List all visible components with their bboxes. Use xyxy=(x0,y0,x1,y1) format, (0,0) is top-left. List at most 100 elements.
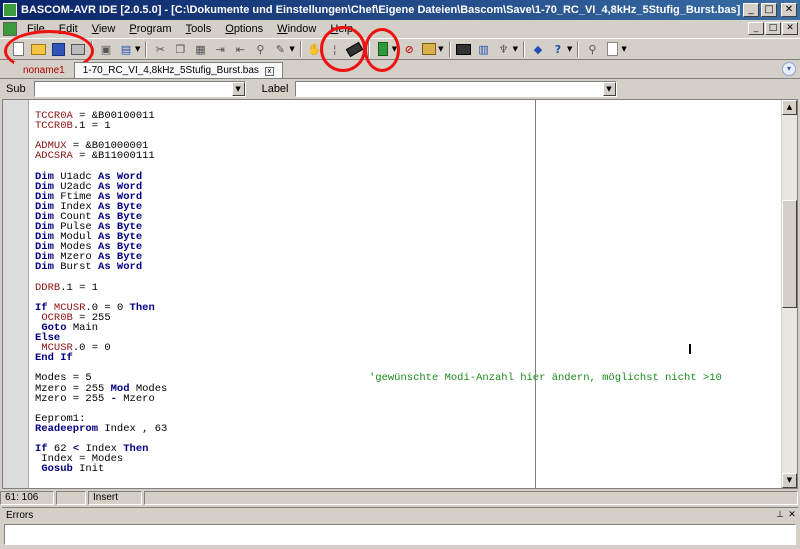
minimize-button[interactable]: _ xyxy=(743,3,759,17)
document-icon[interactable] xyxy=(3,22,17,36)
scrollbar-thumb[interactable] xyxy=(782,200,797,308)
paste-button[interactable]: ▦ xyxy=(192,41,208,57)
tab-active-file[interactable]: 1-70_RC_VI_4,8kHz_5Stufig_Burst.bas x xyxy=(73,62,283,78)
code-line[interactable]: OCR0B = 255 xyxy=(35,313,722,324)
code-line[interactable]: Readeeprom Index , 63 xyxy=(35,424,722,435)
simulate-button[interactable] xyxy=(421,41,437,57)
menu-file[interactable]: File xyxy=(20,23,52,35)
menu-help[interactable]: Help xyxy=(323,23,360,35)
chevron-down-icon[interactable]: ▼ xyxy=(602,81,616,96)
tools-dropdown-arrow[interactable]: ▼ xyxy=(513,45,518,53)
code-line[interactable]: End If xyxy=(35,353,722,364)
mdi-minimize-button[interactable]: _ xyxy=(748,22,764,35)
code-line[interactable]: Goto Main xyxy=(35,321,722,334)
help-dropdown-arrow[interactable]: ▼ xyxy=(567,45,572,53)
save-all-button[interactable] xyxy=(70,41,86,57)
editor-gutter[interactable] xyxy=(3,100,29,488)
code-line[interactable]: Gosub Init xyxy=(35,464,722,475)
code-token: Mzero xyxy=(116,392,155,405)
maximize-button[interactable]: □ xyxy=(761,3,777,17)
code-line[interactable]: If MCUSR.0 = 0 Then xyxy=(35,303,722,314)
code-line[interactable]: ADCSRA = &B11000111 xyxy=(35,150,722,163)
mdi-restore-button[interactable]: □ xyxy=(765,22,781,35)
lcd-icon: ▥ xyxy=(478,42,489,56)
stop-button[interactable]: ⊘ xyxy=(401,41,417,57)
search-button[interactable]: ⚲ xyxy=(584,41,600,57)
menu-window[interactable]: Window xyxy=(270,23,323,35)
open-file-button[interactable] xyxy=(30,41,46,57)
code-line[interactable]: TCCR0A = &B00100011 xyxy=(35,111,722,122)
toolbar: ▣ ▤ ▼ ✂ ❐ ▦ ⇥ ⇤ ⚲ ✎ ▼ ✋ ¦ ▼ ⊘ ▼ ▥ ♆ ▼ ◆ … xyxy=(0,38,800,60)
program-chip-button[interactable] xyxy=(375,41,391,57)
pdf-button[interactable] xyxy=(604,41,620,57)
right-margin-line xyxy=(535,100,536,488)
errors-list[interactable] xyxy=(4,524,796,545)
app-icon[interactable] xyxy=(3,3,17,17)
chevron-down-icon[interactable]: ▼ xyxy=(231,81,245,96)
menu-options[interactable]: Options xyxy=(218,23,270,35)
simulate-dropdown-arrow[interactable]: ▼ xyxy=(438,45,443,53)
scroll-up-icon[interactable]: ▲ xyxy=(782,100,797,115)
unindent-button[interactable]: ⇤ xyxy=(232,41,248,57)
find-button[interactable]: ⚲ xyxy=(252,41,268,57)
program-dropdown-arrow[interactable]: ▼ xyxy=(392,45,397,53)
code-editor[interactable]: TCCR0A = &B00100011 TCCR0B.1 = 1 ADMUX = … xyxy=(2,99,798,489)
new-file-button[interactable] xyxy=(10,41,26,57)
help-button[interactable]: ? xyxy=(550,41,566,57)
code-token: .1 = 1 xyxy=(60,281,99,294)
code-token: Burst xyxy=(53,261,99,274)
code-text[interactable]: TCCR0A = &B00100011 TCCR0B.1 = 1 ADMUX = … xyxy=(35,111,722,475)
tab-list-chevron-icon[interactable]: ▾ xyxy=(782,62,796,76)
toolbar-separator xyxy=(91,41,93,57)
close-icon[interactable]: ✕ xyxy=(786,510,798,520)
copy-button[interactable]: ❐ xyxy=(172,41,188,57)
cut-button[interactable]: ✂ xyxy=(152,41,168,57)
bookmark-dropdown-arrow[interactable]: ▼ xyxy=(289,45,294,53)
code-line[interactable] xyxy=(35,404,722,414)
close-tab-icon[interactable]: x xyxy=(264,67,274,76)
save-button[interactable] xyxy=(50,41,66,57)
simulator-icon xyxy=(422,43,437,55)
chip-icon xyxy=(346,41,364,57)
code-line[interactable]: Else xyxy=(35,333,722,344)
code-line[interactable]: Index = Modes xyxy=(35,454,722,465)
terminal-button[interactable] xyxy=(456,41,472,57)
code-line[interactable]: MCUSR.0 = 0 xyxy=(35,342,722,355)
menu-tools[interactable]: Tools xyxy=(179,23,219,35)
tab-noname1[interactable]: noname1 xyxy=(14,62,74,78)
title-bar: BASCOM-AVR IDE [2.0.5.0] - [C:\Dokumente… xyxy=(0,0,800,20)
print-preview-button[interactable]: ▣ xyxy=(98,41,114,57)
code-line[interactable]: TCCR0B.1 = 1 xyxy=(35,121,722,132)
compile-dropdown-button[interactable]: ¦ xyxy=(327,41,343,57)
pin-icon[interactable]: ⊥ xyxy=(774,510,786,520)
graphic-converter-button[interactable]: ♆ xyxy=(496,41,512,57)
scroll-down-icon[interactable]: ▼ xyxy=(782,473,797,488)
window-title: BASCOM-AVR IDE [2.0.5.0] - [C:\Dokumente… xyxy=(21,4,741,16)
menu-view[interactable]: View xyxy=(85,23,123,35)
compile-button[interactable] xyxy=(346,41,364,57)
print-button[interactable]: ▤ xyxy=(118,41,134,57)
label-combobox[interactable]: ▼ xyxy=(294,80,617,97)
code-line[interactable]: DDRB.1 = 1 xyxy=(35,281,722,294)
print-dropdown-arrow[interactable]: ▼ xyxy=(135,45,140,53)
pdf-dropdown-arrow[interactable]: ▼ xyxy=(621,45,626,53)
code-line[interactable]: Mzero = 255 - Mzero xyxy=(35,392,722,405)
bookmark-button[interactable]: ✎ xyxy=(272,41,288,57)
vertical-scrollbar[interactable]: ▲ ▼ xyxy=(781,100,797,488)
indent-button[interactable]: ⇥ xyxy=(212,41,228,57)
lcd-designer-button[interactable]: ▥ xyxy=(476,41,492,57)
sub-combobox[interactable]: ▼ xyxy=(33,80,246,97)
code-token: .0 = 0 xyxy=(72,342,111,355)
menu-program[interactable]: Program xyxy=(122,23,178,35)
code-token: Main xyxy=(66,321,99,334)
mdi-close-button[interactable]: ✕ xyxy=(782,22,798,35)
close-button[interactable]: ✕ xyxy=(781,3,797,17)
code-token: = &B11000111 xyxy=(72,150,155,163)
code-line[interactable]: Dim Burst As Word xyxy=(35,261,722,274)
syntax-check-button[interactable]: ✋ xyxy=(307,41,323,57)
code-line[interactable]: If 62 < Index Then xyxy=(35,444,722,455)
code-token: Mzero = 255 xyxy=(35,392,111,405)
menu-edit[interactable]: Edit xyxy=(52,23,85,35)
info-button[interactable]: ◆ xyxy=(530,41,546,57)
code-line[interactable] xyxy=(35,273,722,283)
